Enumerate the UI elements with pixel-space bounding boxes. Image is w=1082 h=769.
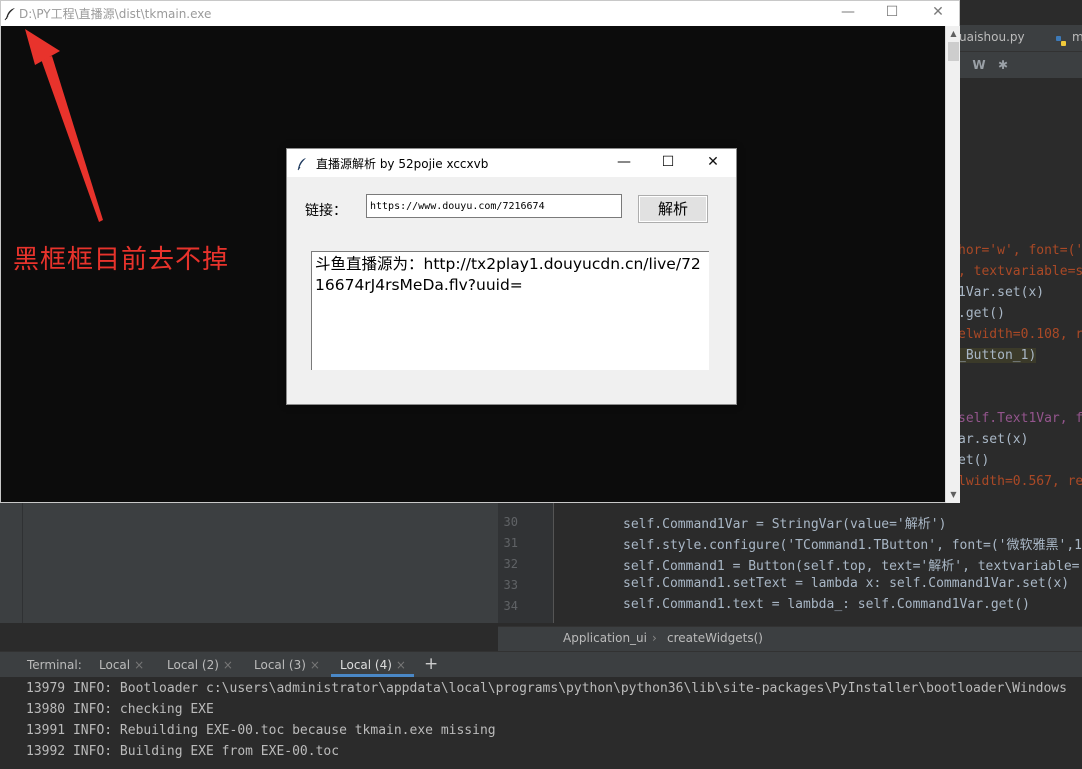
terminal-line: 13991 INFO: Rebuilding EXE-00.toc becaus…: [26, 723, 496, 738]
console-scrollbar[interactable]: ▲ ▼: [945, 26, 960, 503]
maximize-button[interactable]: ☐: [646, 149, 690, 177]
dialog-title: 直播源解析 by 52pojie xccxvb: [316, 157, 489, 171]
scroll-up-icon[interactable]: ▲: [946, 26, 961, 42]
annotation-arrow-icon: [25, 29, 103, 222]
editor-tab-kuaishou[interactable]: uaishou.py: [959, 30, 1025, 44]
project-tree[interactable]: [22, 503, 498, 623]
terminal-tab-local-3[interactable]: Local (3) ×: [254, 658, 320, 672]
breadcrumb-method[interactable]: createWidgets(): [667, 631, 763, 645]
editor-tab-main[interactable]: m: [1072, 30, 1082, 44]
editor-tab-bar: uaishou.py m: [945, 25, 1082, 52]
terminal-line: 13979 INFO: Bootloader c:\users\administ…: [26, 681, 1067, 696]
close-button[interactable]: ✕: [915, 1, 961, 26]
link-label: 链接：: [305, 203, 347, 219]
close-button[interactable]: ✕: [691, 149, 735, 177]
minimize-button[interactable]: —: [602, 149, 646, 177]
close-icon[interactable]: ×: [310, 658, 320, 672]
code-line[interactable]: self.Command1Var = StringVar(value='解析'): [623, 513, 1082, 532]
code-fragment: 1Var.set(x): [958, 285, 1045, 300]
code-fragment: hor='w', font=(': [958, 243, 1082, 258]
close-icon[interactable]: ×: [223, 658, 233, 672]
parser-dialog: 直播源解析 by 52pojie xccxvb — ☐ ✕ 链接： 解析 斗鱼直…: [286, 148, 737, 405]
breadcrumb: Application_ui › createWidgets(): [498, 626, 1082, 651]
code-line[interactable]: self.Command1.setText = lambda x: self.C…: [623, 576, 1082, 591]
code-line[interactable]: self.style.configure('TCommand1.TButton'…: [623, 534, 1082, 553]
scroll-down-icon[interactable]: ▼: [946, 487, 961, 503]
terminal-label: Terminal:: [27, 658, 82, 672]
regex-icon[interactable]: ✱: [993, 56, 1013, 74]
code-line[interactable]: self.Command1 = Button(self.top, text='解…: [623, 555, 1082, 574]
minimize-button[interactable]: —: [825, 1, 871, 26]
terminal-line: 13980 INFO: checking EXE: [26, 702, 214, 717]
maximize-button[interactable]: ☐: [869, 1, 915, 26]
result-textarea[interactable]: 斗鱼直播源为：http://tx2play1.douyucdn.cn/live/…: [311, 251, 709, 370]
breadcrumb-class[interactable]: Application_ui: [563, 631, 647, 645]
close-icon[interactable]: ×: [134, 658, 144, 672]
new-terminal-button[interactable]: +: [424, 654, 438, 674]
terminal-tab-local-4[interactable]: Local (4) ×: [331, 658, 414, 677]
code-fragment: self.Text1Var, f: [958, 411, 1082, 426]
terminal-tab-local[interactable]: Local ×: [99, 658, 144, 672]
terminal-tab-local-2[interactable]: Local (2) ×: [167, 658, 233, 672]
code-fragment: .get(): [958, 306, 1005, 321]
code-fragment-highlight: _Button_1): [958, 348, 1037, 363]
line-number: 32: [503, 557, 518, 571]
code-line[interactable]: self.Command1.text = lambda_: self.Comma…: [623, 597, 1082, 612]
editor-search-toolbar: W ✱: [945, 52, 1082, 78]
code-fragment: ar.set(x): [958, 432, 1029, 447]
code-fragment: et(): [958, 453, 990, 468]
code-fragment: , textvariable=s: [958, 264, 1082, 279]
close-icon[interactable]: ×: [396, 658, 406, 672]
url-input[interactable]: [366, 194, 622, 218]
python-file-icon: [1055, 32, 1067, 46]
line-number: 30: [503, 515, 518, 529]
terminal-line: 13992 INFO: Building EXE from EXE-00.toc: [26, 744, 340, 759]
console-titlebar[interactable]: D:\PY工程\直播源\dist\tkmain.exe — ☐ ✕: [1, 1, 959, 26]
line-number: 31: [503, 536, 518, 550]
line-number: 33: [503, 578, 518, 592]
breadcrumb-separator: ›: [652, 631, 657, 645]
feather-icon: [297, 156, 307, 175]
code-fragment: lwidth=0.567, re: [958, 474, 1082, 489]
whole-word-toggle[interactable]: W: [969, 56, 989, 74]
terminal-output[interactable]: 13979 INFO: Bootloader c:\users\administ…: [0, 677, 1082, 769]
annotation-text: 黑框框目前去不掉: [13, 245, 230, 275]
terminal-tab-bar: Terminal: Local × Local (2) × Local (3) × L…: [0, 651, 1082, 677]
code-fragment: elwidth=0.108, r: [958, 327, 1082, 342]
scroll-thumb[interactable]: [948, 42, 959, 61]
parse-button[interactable]: 解析: [638, 195, 708, 223]
console-title: D:\PY工程\直播源\dist\tkmain.exe: [19, 7, 212, 21]
line-number: 34: [503, 599, 518, 613]
dialog-titlebar[interactable]: 直播源解析 by 52pojie xccxvb — ☐ ✕: [287, 149, 736, 177]
